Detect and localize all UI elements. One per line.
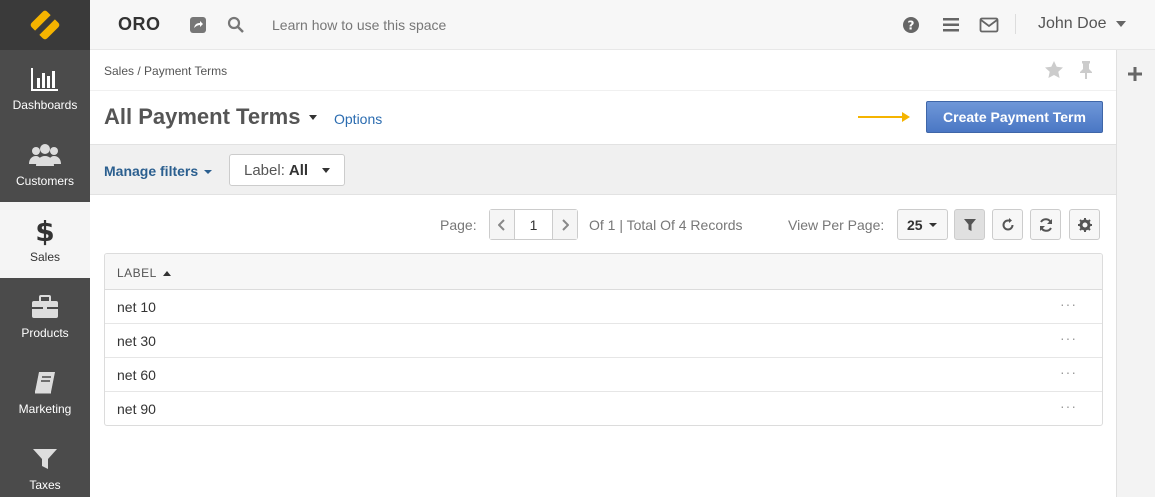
sidebar-item-label: Dashboards	[12, 98, 78, 112]
cell-label: net 30	[117, 333, 156, 349]
payment-terms-grid: LABEL net 10 ··· net 30 ··· net 60 ··· n…	[104, 253, 1103, 426]
sidebar-item-sales[interactable]: $ Sales	[0, 202, 90, 278]
row-actions-icon[interactable]: ···	[1060, 296, 1077, 312]
sort-asc-icon	[162, 271, 171, 277]
add-widget-button[interactable]	[1127, 66, 1143, 87]
label-filter-dropdown[interactable]: Label: All	[229, 154, 345, 186]
search-icon[interactable]	[226, 15, 246, 35]
grid-header: LABEL	[105, 254, 1102, 290]
page-number-input[interactable]: 1	[515, 210, 552, 239]
per-page-value: 25	[907, 216, 923, 233]
sidebar-item-dashboards[interactable]: Dashboards	[0, 50, 90, 126]
svg-text:$: $	[35, 216, 54, 246]
records-summary: Of 1 | Total Of 4 Records	[589, 217, 743, 233]
briefcase-icon	[28, 292, 62, 322]
book-icon	[28, 368, 62, 398]
page-title[interactable]: All Payment Terms	[104, 104, 300, 130]
main-content: Sales / Payment Terms All Payment Terms …	[90, 50, 1116, 497]
per-page-dropdown[interactable]: 25	[897, 209, 948, 240]
page-title-row: All Payment Terms Options Create Payment…	[90, 90, 1116, 144]
plus-icon	[1128, 67, 1142, 81]
sidebar-item-label: Taxes	[29, 478, 61, 492]
svg-text:?: ?	[908, 19, 915, 33]
arrow-right-icon	[858, 116, 908, 118]
sidebar-item-label: Marketing	[18, 402, 72, 416]
row-actions-icon[interactable]: ···	[1060, 330, 1077, 346]
filter-bar: Manage filters Label: All	[90, 144, 1116, 195]
caret-down-icon[interactable]	[309, 115, 317, 120]
chevron-right-icon	[562, 218, 569, 231]
cell-label: net 90	[117, 401, 156, 417]
row-actions-icon[interactable]: ···	[1060, 364, 1077, 380]
sidebar-item-products[interactable]: Products	[0, 278, 90, 354]
reset-button[interactable]	[992, 209, 1023, 240]
manage-filters-label: Manage filters	[104, 163, 199, 179]
filter-icon	[963, 218, 976, 231]
pagination-control: 1	[489, 209, 578, 240]
sidebar-item-taxes[interactable]: Taxes	[0, 430, 90, 497]
mail-icon[interactable]	[979, 15, 999, 35]
header-divider	[1015, 14, 1016, 34]
options-link[interactable]: Options	[334, 111, 382, 127]
sidebar-item-customers[interactable]: Customers	[0, 126, 90, 202]
label-filter-name: Label:	[244, 161, 285, 179]
pin-icon[interactable]	[1078, 60, 1094, 85]
cell-label: net 60	[117, 367, 156, 383]
cell-label: net 10	[117, 299, 156, 315]
sidebar: Dashboards Customers $ Sales Products Ma…	[0, 0, 90, 497]
view-per-page-label: View Per Page:	[788, 217, 885, 233]
dollar-icon: $	[28, 216, 62, 246]
table-row[interactable]: net 30 ···	[105, 324, 1102, 358]
share-icon[interactable]	[188, 15, 208, 35]
user-menu[interactable]: John Doe	[1038, 15, 1127, 33]
caret-down-icon	[929, 223, 937, 227]
next-page-button[interactable]	[552, 210, 577, 239]
search-hint[interactable]: Learn how to use this space	[272, 17, 446, 33]
breadcrumb: Sales / Payment Terms	[104, 64, 228, 78]
toggle-filters-button[interactable]	[954, 209, 985, 240]
right-sidebar	[1116, 50, 1155, 497]
star-icon[interactable]	[1044, 60, 1064, 85]
sidebar-item-label: Customers	[15, 174, 74, 188]
chevron-left-icon	[498, 218, 505, 231]
help-icon[interactable]: ?	[901, 15, 921, 35]
caret-down-icon	[322, 168, 330, 173]
refresh-icon	[1002, 217, 1013, 230]
menu-list-icon[interactable]	[941, 15, 961, 35]
user-name: John Doe	[1038, 15, 1107, 32]
create-payment-term-button[interactable]: Create Payment Term	[926, 101, 1103, 133]
table-row[interactable]: net 60 ···	[105, 358, 1102, 392]
chevron-down-icon	[1115, 20, 1126, 27]
refresh-button[interactable]	[1030, 209, 1061, 240]
oro-logo[interactable]	[0, 0, 90, 50]
column-header-text: LABEL	[117, 266, 157, 280]
table-row[interactable]: net 90 ···	[105, 392, 1102, 425]
users-icon	[28, 140, 62, 170]
column-header-label[interactable]: LABEL	[117, 266, 171, 280]
page-label: Page:	[440, 217, 477, 233]
sidebar-item-label: Products	[21, 326, 69, 340]
arrow-head-icon	[902, 112, 910, 122]
sidebar-item-label: Sales	[29, 250, 61, 264]
table-row[interactable]: net 10 ···	[105, 290, 1102, 324]
caret-down-icon	[204, 170, 213, 175]
brand-name[interactable]: ORO	[118, 14, 161, 35]
manage-filters-button[interactable]: Manage filters	[104, 163, 213, 179]
sync-icon	[1039, 217, 1052, 232]
sidebar-item-marketing[interactable]: Marketing	[0, 354, 90, 430]
label-filter-value: All	[288, 161, 309, 179]
gear-icon	[1077, 217, 1092, 232]
top-header: ORO Learn how to use this space ? John D…	[90, 0, 1155, 50]
row-actions-icon[interactable]: ···	[1060, 398, 1077, 414]
prev-page-button[interactable]	[490, 210, 515, 239]
filter-icon	[28, 444, 62, 474]
bar-chart-icon	[28, 64, 62, 94]
oro-logo-icon	[30, 10, 60, 40]
grid-settings-button[interactable]	[1069, 209, 1100, 240]
